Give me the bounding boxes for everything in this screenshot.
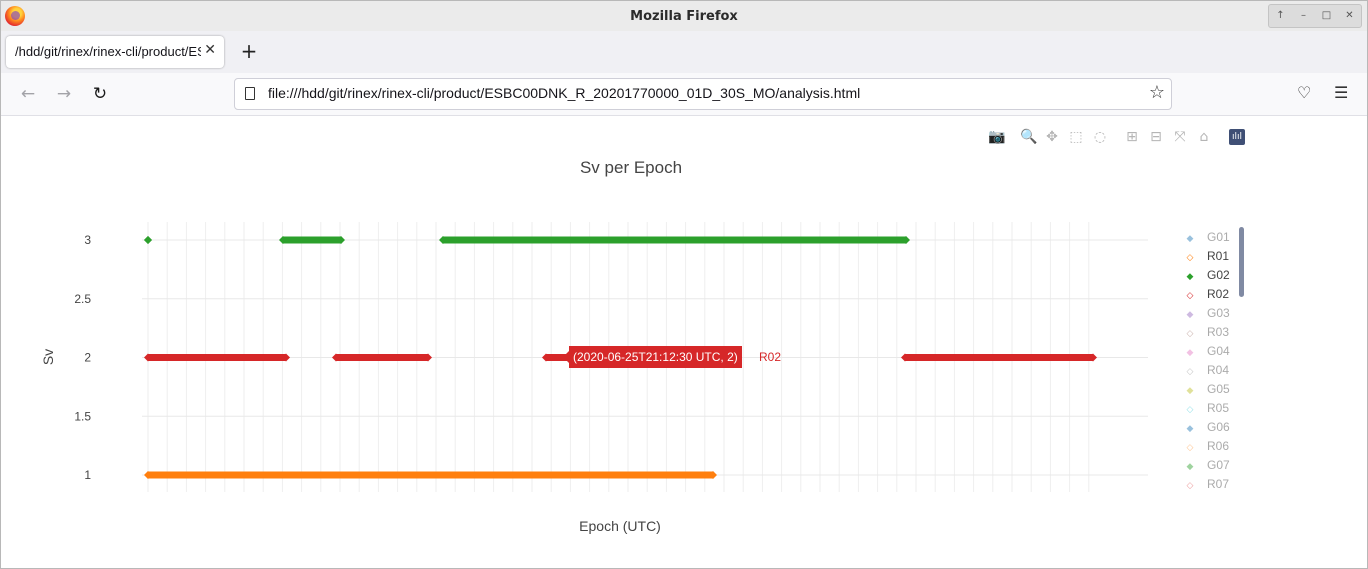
- tab-title: /hdd/git/rinex/rinex-cli/product/ESBC00D…: [15, 44, 201, 59]
- legend-item-r01[interactable]: ◇ R01: [1184, 249, 1229, 263]
- legend-item-g07[interactable]: ◆ G07: [1184, 458, 1230, 472]
- legend-item-r03[interactable]: ◇ R03: [1184, 325, 1229, 339]
- legend-item-g05[interactable]: ◆ G05: [1184, 382, 1230, 396]
- legend-item-r02[interactable]: ◇ R02: [1184, 287, 1229, 301]
- y-tick-label: 1: [84, 468, 91, 482]
- navigation-bar: ← → ↻ file:///hdd/git/rinex/rinex-cli/pr…: [1, 73, 1367, 116]
- pocket-icon[interactable]: ♡: [1297, 83, 1311, 102]
- zoom-in-icon[interactable]: ⊞: [1124, 129, 1140, 145]
- legend-item-g03[interactable]: ◆ G03: [1184, 306, 1230, 320]
- back-icon[interactable]: ←: [17, 83, 39, 105]
- window-title: Mozilla Firefox: [630, 9, 738, 24]
- legend-item-r04[interactable]: ◇ R04: [1184, 363, 1229, 377]
- url-bar[interactable]: file:///hdd/git/rinex/rinex-cli/product/…: [234, 78, 1172, 110]
- legend-marker-icon: ◆: [1186, 271, 1194, 281]
- page-icon: [245, 87, 255, 100]
- app-menu-icon[interactable]: ☰: [1334, 83, 1348, 102]
- tab-close-icon[interactable]: ✕: [204, 42, 216, 58]
- legend-item-g06[interactable]: ◆ G06: [1184, 420, 1230, 434]
- plot-area[interactable]: 1 1.5 2 2.5 3 Epoch (UTC) Sv: [1, 116, 1367, 568]
- legend-label: R06: [1207, 439, 1230, 453]
- legend-marker-icon: ◇: [1186, 480, 1194, 490]
- legend-marker-icon: ◆: [1186, 347, 1194, 357]
- y-tick-label: 3: [84, 233, 91, 247]
- reload-icon[interactable]: ↻: [89, 83, 111, 105]
- legend-label: G03: [1207, 306, 1230, 320]
- url-text[interactable]: file:///hdd/git/rinex/rinex-cli/product/…: [268, 85, 860, 101]
- tab-analysis[interactable]: /hdd/git/rinex/rinex-cli/product/ESBC00D…: [6, 36, 224, 68]
- autoscale-icon[interactable]: ⤧: [1172, 129, 1188, 145]
- reset-axes-home-icon[interactable]: ⌂: [1196, 129, 1212, 145]
- legend-item-r06[interactable]: ◇ R06: [1184, 439, 1229, 453]
- y-axis-label: Sv: [40, 349, 56, 365]
- chart-title: Sv per Epoch: [579, 158, 683, 177]
- close-window-icon[interactable]: ✕: [1343, 9, 1357, 23]
- legend-label: R07: [1207, 477, 1230, 491]
- legend-scrollbar[interactable]: [1239, 227, 1244, 297]
- legend-item-g01[interactable]: ◆ G01: [1184, 230, 1230, 244]
- x-axis-label: Epoch (UTC): [579, 518, 661, 534]
- bookmark-star-icon[interactable]: ☆: [1149, 82, 1165, 103]
- legend-marker-icon: ◇: [1186, 328, 1194, 338]
- legend-marker-icon: ◆: [1186, 423, 1194, 433]
- legend-label: G01: [1207, 230, 1230, 244]
- legend-label: G04: [1207, 344, 1230, 358]
- legend-label: G02: [1207, 268, 1230, 282]
- legend-label: G05: [1207, 382, 1230, 396]
- new-tab-button[interactable]: +: [237, 39, 261, 63]
- legend-label: R01: [1207, 249, 1230, 263]
- hover-tooltip: (2020-06-25T21:12:30 UTC, 2): [563, 346, 742, 368]
- legend-label: R03: [1207, 325, 1230, 339]
- hover-series-name: R02: [759, 350, 782, 364]
- y-tick-label: 2.5: [74, 292, 91, 306]
- legend-marker-icon: ◇: [1186, 404, 1194, 414]
- camera-icon[interactable]: 📷: [988, 129, 1005, 145]
- title-bar: Mozilla Firefox ↑ – □ ✕: [1, 1, 1367, 31]
- y-tick-label: 1.5: [74, 409, 91, 423]
- legend-marker-icon: ◇: [1186, 442, 1194, 452]
- legend-label: G06: [1207, 420, 1230, 434]
- lasso-select-icon[interactable]: ◌: [1092, 129, 1108, 145]
- maximize-icon[interactable]: □: [1320, 9, 1334, 23]
- zoom-out-icon[interactable]: ⊟: [1148, 129, 1164, 145]
- legend-label: G07: [1207, 458, 1230, 472]
- legend-label: R04: [1207, 363, 1230, 377]
- legend-label: R05: [1207, 401, 1230, 415]
- restore-up-icon[interactable]: ↑: [1274, 9, 1288, 23]
- minimize-icon[interactable]: –: [1297, 9, 1311, 23]
- tab-bar: /hdd/git/rinex/rinex-cli/product/ESBC00D…: [1, 31, 1367, 73]
- legend-marker-icon: ◆: [1186, 233, 1194, 243]
- browser-window: Mozilla Firefox ↑ – □ ✕ /hdd/git/rinex/r…: [0, 0, 1368, 569]
- forward-icon[interactable]: →: [53, 83, 75, 105]
- page-content: 1 1.5 2 2.5 3 Epoch (UTC) Sv 📷 🔍 ✥ ⬚ ◌ ⊞ ⊟ ⤧ ⌂…: [1, 116, 1367, 568]
- legend-marker-icon: ◇: [1186, 290, 1194, 300]
- series-g02-marker: [144, 236, 152, 244]
- legend-marker-icon: ◇: [1186, 252, 1194, 262]
- window-controls: ↑ – □ ✕: [1268, 4, 1362, 28]
- legend-item-g04[interactable]: ◆ G04: [1184, 344, 1230, 358]
- plotly-logo-icon[interactable]: ılıl: [1229, 129, 1245, 145]
- legend-marker-icon: ◇: [1186, 366, 1194, 376]
- y-tick-label: 2: [84, 351, 91, 365]
- zoom-icon[interactable]: 🔍: [1020, 129, 1037, 145]
- box-select-icon[interactable]: ⬚: [1068, 129, 1084, 145]
- legend-item-r05[interactable]: ◇ R05: [1184, 401, 1229, 415]
- legend-label: R02: [1207, 287, 1230, 301]
- legend-marker-icon: ◆: [1186, 309, 1194, 319]
- pan-icon[interactable]: ✥: [1044, 129, 1060, 145]
- legend-item-r07[interactable]: ◇ R07: [1184, 477, 1229, 491]
- legend-marker-icon: ◆: [1186, 461, 1194, 471]
- legend-marker-icon: ◆: [1186, 385, 1194, 395]
- legend-item-g02[interactable]: ◆ G02: [1184, 268, 1230, 282]
